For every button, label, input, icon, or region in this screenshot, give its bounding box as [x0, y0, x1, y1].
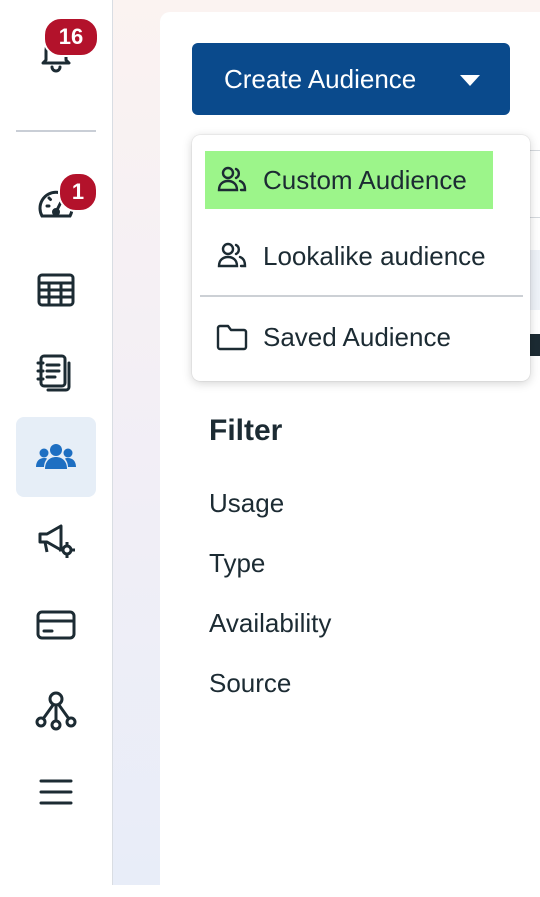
credit-card-icon — [36, 610, 76, 640]
billing-button[interactable] — [16, 585, 96, 665]
left-nav-rail: 16 1 — [0, 0, 113, 885]
menu-item-lookalike-audience[interactable]: Lookalike audience — [205, 227, 525, 285]
filter-usage[interactable]: Usage — [209, 488, 284, 519]
network-nodes-icon — [35, 691, 77, 731]
people-icon — [217, 166, 247, 192]
filter-heading: Filter — [209, 414, 283, 447]
megaphone-gear-icon — [38, 524, 75, 558]
menu-item-label: Saved Audience — [263, 321, 451, 352]
rail-divider — [16, 130, 96, 132]
audiences-button[interactable] — [16, 417, 96, 497]
people-icon — [217, 242, 247, 268]
filter-availability[interactable]: Availability — [209, 608, 331, 639]
menu-item-label: Lookalike audience — [263, 240, 486, 271]
notifications-count-badge: 16 — [43, 17, 99, 57]
menu-item-saved-audience[interactable]: Saved Audience — [205, 308, 525, 366]
performance-count-badge: 1 — [58, 172, 98, 212]
filter-type[interactable]: Type — [209, 548, 265, 579]
menu-item-label: Custom Audience — [263, 164, 467, 195]
create-audience-dropdown: Custom Audience Lookalike audience Saved… — [192, 135, 530, 381]
caret-down-icon — [460, 75, 480, 86]
people-group-icon — [36, 444, 76, 469]
folder-icon — [216, 324, 248, 351]
table-header-partial — [530, 250, 540, 310]
table-icon — [37, 273, 75, 307]
documents-icon — [36, 354, 71, 392]
create-audience-button[interactable]: Create Audience — [192, 43, 510, 115]
create-audience-label: Create Audience — [224, 63, 417, 94]
events-manager-button[interactable] — [16, 670, 96, 750]
filter-source[interactable]: Source — [209, 668, 291, 699]
all-tools-menu-button[interactable] — [16, 752, 96, 832]
ads-manager-button[interactable] — [16, 250, 96, 330]
menu-divider — [200, 295, 523, 297]
menu-item-custom-audience[interactable]: Custom Audience — [205, 151, 493, 209]
reports-button[interactable] — [16, 333, 96, 413]
campaign-settings-button[interactable] — [16, 500, 96, 580]
hamburger-menu-icon — [39, 779, 73, 805]
